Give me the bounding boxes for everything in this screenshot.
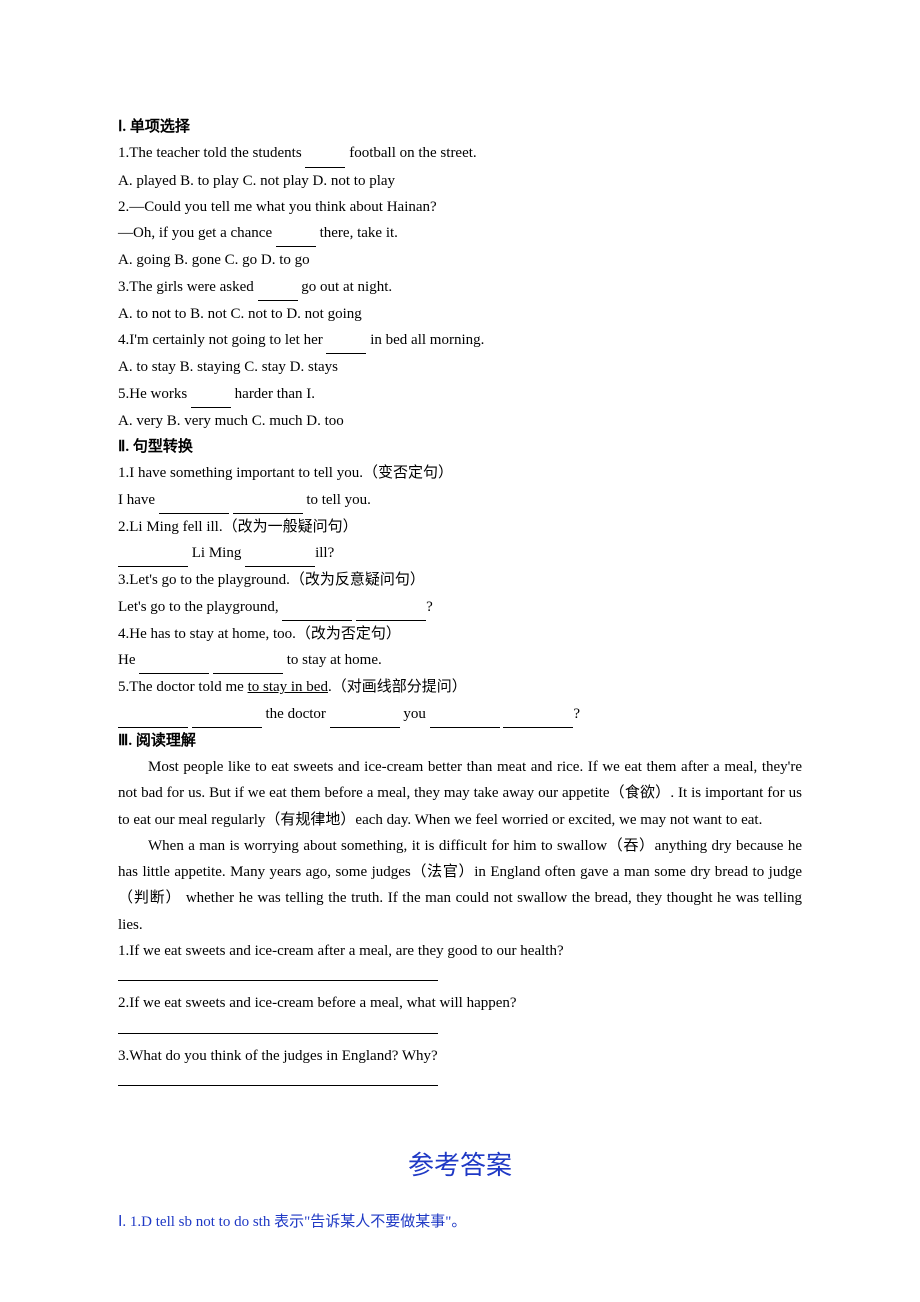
blank: .	[258, 274, 298, 301]
section-2-heading: Ⅱ. 句型转换	[118, 434, 802, 460]
s3-q3: 3.What do you think of the judges in Eng…	[118, 1043, 802, 1069]
s1-q4-prompt-a: 4.I'm certainly not going to let her	[118, 332, 326, 348]
s1-q3-prompt-a: 3.The girls were asked	[118, 279, 258, 295]
answer-line	[118, 1070, 438, 1086]
s2-q5-underlined: to stay in bed	[248, 679, 328, 695]
s2-q5-l1: 5.The doctor told me to stay in bed.（对画线…	[118, 674, 802, 700]
s1-q1-prompt: 1.The teacher told the students . footba…	[118, 140, 802, 167]
blank: .	[326, 327, 366, 354]
s2-q5-l2-b: you	[400, 706, 430, 722]
s1-q1-opts: A. played B. to play C. not play D. not …	[118, 168, 802, 194]
blank: .	[245, 540, 315, 567]
section-3-heading: Ⅲ. 阅读理解	[118, 728, 802, 754]
blank: .	[118, 540, 188, 567]
s2-q3-l1: 3.Let's go to the playground.（改为反意疑问句）	[118, 567, 802, 593]
s2-q5-l2-a: the doctor	[262, 706, 330, 722]
s2-q4-l2-b: to stay at home.	[283, 652, 382, 668]
s2-q1-l2-b: to tell you.	[303, 492, 371, 508]
blank: .	[276, 220, 316, 247]
blank: .	[159, 487, 229, 514]
blank: .	[330, 701, 400, 728]
answers-title: 参考答案	[118, 1143, 802, 1189]
s2-q5-l2: . . the doctor . you . .?	[118, 701, 802, 728]
blank: .	[503, 701, 573, 728]
s2-q1-l2-a: I have	[118, 492, 159, 508]
s2-q3-l2-a: Let's go to the playground,	[118, 599, 282, 615]
s2-q1-l1: 1.I have something important to tell you…	[118, 460, 802, 486]
s2-q5-l1-b: .（对画线部分提问）	[328, 679, 467, 695]
blank: .	[233, 487, 303, 514]
s3-q1: 1.If we eat sweets and ice-cream after a…	[118, 938, 802, 964]
s2-q3-l2-b: ?	[426, 599, 433, 615]
s2-q5-l1-a: 5.The doctor told me	[118, 679, 248, 695]
s1-q2-opts: A. going B. gone C. go D. to go	[118, 247, 802, 273]
blank: .	[356, 594, 426, 621]
s2-q2-l2: . Li Ming .ill?	[118, 540, 802, 567]
s1-q1-prompt-text2: football on the street.	[345, 145, 476, 161]
s2-q3-l2: Let's go to the playground, . .?	[118, 594, 802, 621]
s3-q3-blank	[118, 1069, 802, 1095]
s2-q4-l1: 4.He has to stay at home, too.（改为否定句）	[118, 621, 802, 647]
blank: .	[282, 594, 352, 621]
answer-line	[118, 965, 438, 981]
s1-q3-prompt-b: go out at night.	[298, 279, 393, 295]
s3-p1: Most people like to eat sweets and ice-c…	[118, 754, 802, 833]
answer-line	[118, 1018, 438, 1034]
blank: .	[430, 701, 500, 728]
s1-q2-l1: 2.—Could you tell me what you think abou…	[118, 194, 802, 220]
s1-q5-prompt-b: harder than I.	[231, 386, 315, 402]
section-1-heading: Ⅰ. 单项选择	[118, 114, 802, 140]
blank: .	[118, 701, 188, 728]
s2-q4-l2: He . . to stay at home.	[118, 647, 802, 674]
s1-q2-l2-a: —Oh, if you get a chance	[118, 225, 276, 241]
s2-q2-l1: 2.Li Ming fell ill.（改为一般疑问句）	[118, 514, 802, 540]
s2-q2-l2-b: ill?	[315, 545, 334, 561]
s1-q2-l2-b: there, take it.	[316, 225, 398, 241]
s1-q2-l2: —Oh, if you get a chance . there, take i…	[118, 220, 802, 247]
s3-q2: 2.If we eat sweets and ice-cream before …	[118, 990, 802, 1016]
blank: .	[191, 381, 231, 408]
s1-q5-opts: A. very B. very much C. much D. too	[118, 408, 802, 434]
blank: .	[192, 701, 262, 728]
s1-q5-prompt-a: 5.He works	[118, 386, 191, 402]
s1-q4-opts: A. to stay B. staying C. stay D. stays	[118, 354, 802, 380]
s1-q4-prompt-b: in bed all morning.	[366, 332, 484, 348]
s1-q5-prompt: 5.He works . harder than I.	[118, 381, 802, 408]
s2-q5-l2-c: ?	[573, 706, 580, 722]
s3-q2-blank	[118, 1017, 802, 1043]
s2-q1-l2: I have . . to tell you.	[118, 487, 802, 514]
blank: .	[305, 140, 345, 167]
s3-q1-blank	[118, 964, 802, 990]
s2-q4-l2-a: He	[118, 652, 139, 668]
s1-q1-prompt-text: 1.The teacher told the students	[118, 145, 305, 161]
blank: .	[213, 647, 283, 674]
s2-q2-l2-a: Li Ming	[188, 545, 245, 561]
blank: .	[139, 647, 209, 674]
answers-line-1: Ⅰ. 1.D tell sb not to do sth 表示"告诉某人不要做某…	[118, 1209, 802, 1235]
s1-q3-opts: A. to not to B. not C. not to D. not goi…	[118, 301, 802, 327]
s1-q3-prompt: 3.The girls were asked . go out at night…	[118, 274, 802, 301]
s1-q4-prompt: 4.I'm certainly not going to let her . i…	[118, 327, 802, 354]
s3-p2: When a man is worrying about something, …	[118, 833, 802, 938]
